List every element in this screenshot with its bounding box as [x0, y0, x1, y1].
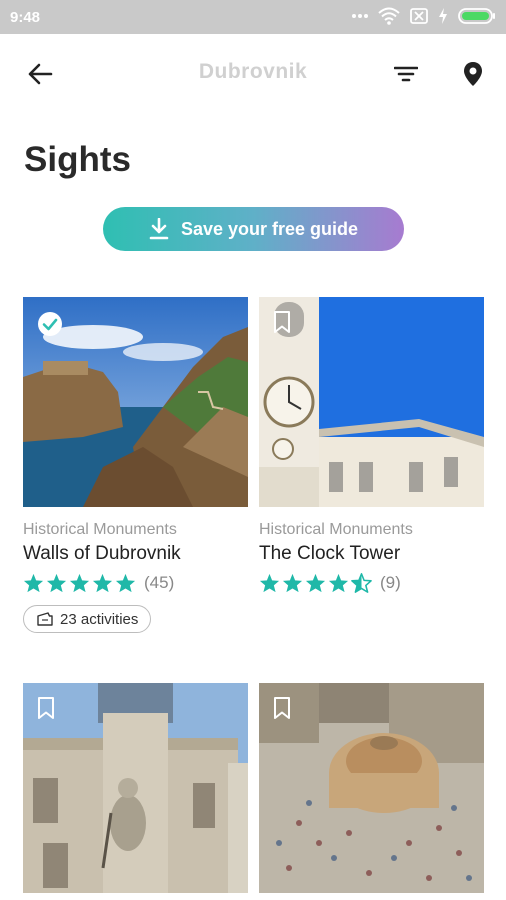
app-bar: Dubrovnik: [0, 34, 506, 114]
star-icon: [23, 573, 44, 593]
charging-icon: [439, 8, 447, 24]
saved-check-icon[interactable]: [37, 311, 63, 337]
save-guide-button[interactable]: Save your free guide: [103, 207, 404, 251]
rating-count: (45): [144, 573, 175, 592]
star-icon: [46, 573, 67, 593]
sight-photo-walls[interactable]: [23, 297, 248, 507]
sight-card-walls[interactable]: Historical Monuments Walls of Dubrovnik …: [23, 297, 248, 633]
sight-name[interactable]: Walls of Dubrovnik: [23, 543, 248, 565]
dots-icon: [352, 14, 368, 18]
wifi-icon: [378, 7, 400, 25]
star-icon: [305, 573, 326, 593]
sight-rating: (9): [259, 573, 484, 593]
star-icon: [328, 573, 349, 593]
battery-icon: [458, 8, 495, 24]
status-time: 9:48: [10, 9, 41, 26]
filter-button[interactable]: [388, 56, 424, 92]
sight-rating: (45): [23, 573, 248, 593]
ticket-icon: [37, 612, 53, 626]
star-icon: [259, 573, 280, 593]
page-title: Sights: [24, 140, 131, 179]
sight-name[interactable]: The Clock Tower: [259, 543, 484, 565]
bookmark-icon[interactable]: [273, 311, 291, 333]
location-button[interactable]: [455, 56, 491, 92]
sim-off-icon: [410, 8, 428, 24]
activities-label: 23 activities: [60, 610, 139, 628]
sight-card-clock-tower[interactable]: Historical Monuments The Clock Tower (9): [259, 297, 484, 593]
sight-card-4[interactable]: [259, 683, 484, 893]
star-icon: [115, 573, 136, 593]
star-half-icon: [351, 573, 372, 593]
bookmark-icon[interactable]: [37, 697, 55, 719]
star-icon: [69, 573, 90, 593]
sight-category: Historical Monuments: [23, 521, 177, 538]
bookmark-icon[interactable]: [273, 697, 291, 719]
star-icon: [92, 573, 113, 593]
download-icon: [149, 218, 169, 240]
star-icon: [282, 573, 303, 593]
filter-icon: [394, 66, 418, 82]
save-guide-label: Save your free guide: [180, 218, 359, 239]
sight-card-3[interactable]: [23, 683, 248, 893]
sight-category: Historical Monuments: [259, 521, 413, 538]
sight-photo-4[interactable]: [259, 683, 484, 893]
activities-chip[interactable]: 23 activities: [23, 605, 152, 633]
status-icons: [352, 7, 496, 25]
location-pin-icon: [464, 62, 482, 86]
status-bar: 9:48: [0, 0, 506, 34]
sight-photo-3[interactable]: [23, 683, 248, 893]
app-title: Dubrovnik: [198, 60, 308, 83]
sight-photo-clock-tower[interactable]: [259, 297, 484, 507]
rating-count: (9): [380, 573, 401, 592]
